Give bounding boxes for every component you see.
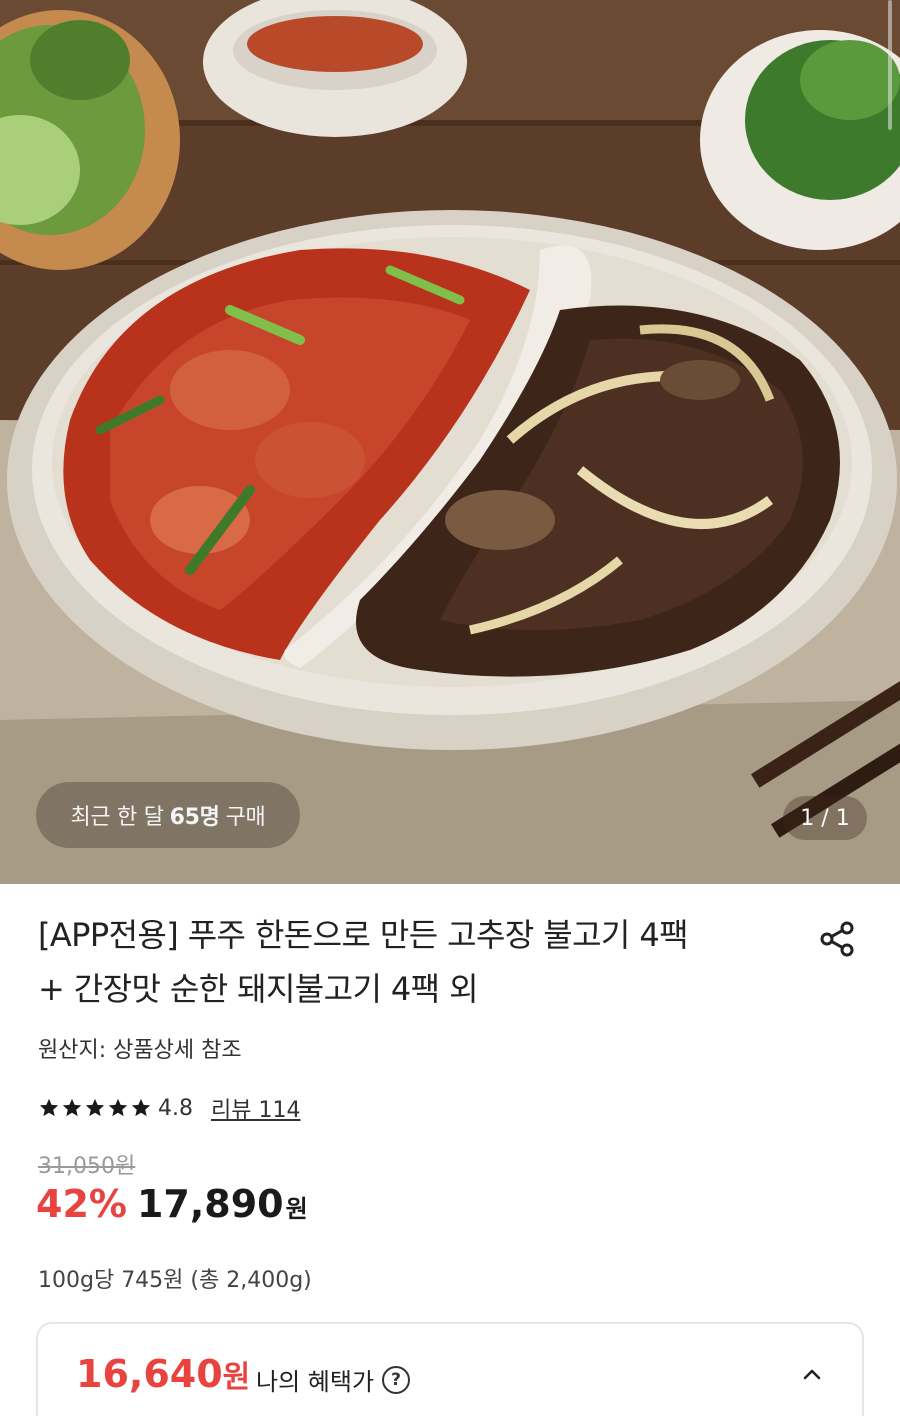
product-title: [APP전용] 푸주 한돈으로 만든 고추장 불고기 4팩 + 간장맛 순한 돼… (38, 908, 778, 1016)
star-icon (108, 1098, 128, 1117)
recent-buyers-suffix: 구매 (225, 805, 266, 830)
star-icon (85, 1098, 105, 1117)
discount-rate: 42% (36, 1182, 127, 1226)
scroll-indicator (888, 0, 892, 130)
recent-buyers-badge: 최근 한 달 65명 구매 (36, 782, 300, 848)
unit-price: 100g당 745원 (총 2,400g) (38, 1268, 312, 1293)
price-row: 42% 17,890 원 (36, 1182, 308, 1238)
gallery-page-indicator: 1 / 1 (783, 796, 867, 840)
chevron-up-icon[interactable] (798, 1360, 826, 1388)
my-benefit-price-panel[interactable]: 16,640원 나의 혜택가 ? (36, 1322, 864, 1416)
rating-stars (38, 1097, 152, 1119)
origin-info: 원산지: 상품상세 참조 (38, 1038, 242, 1063)
product-photo (0, 0, 900, 884)
product-title-line1: [APP전용] 푸주 한돈으로 만든 고추장 불고기 4팩 (38, 916, 689, 954)
product-title-line2: + 간장맛 순한 돼지불고기 4팩 외 (38, 970, 479, 1008)
star-icon (131, 1098, 151, 1117)
review-count-link[interactable]: 리뷰 114 (211, 1092, 300, 1124)
question-circle-icon[interactable]: ? (382, 1365, 411, 1394)
benefit-label-group: 나의 혜택가 ? (256, 1362, 411, 1397)
product-image-gallery[interactable]: 최근 한 달 65명 구매 1 / 1 (0, 0, 900, 884)
star-icon (39, 1098, 59, 1117)
original-price: 31,050원 (38, 1154, 136, 1179)
sale-price: 17,890 (136, 1182, 284, 1226)
share-icon (820, 921, 854, 957)
benefit-price-value: 16,640 (76, 1352, 223, 1396)
rating-value: 4.8 (158, 1095, 193, 1121)
benefit-price: 16,640원 (76, 1352, 250, 1396)
star-icon (62, 1098, 82, 1117)
recent-buyers-count: 65명 (169, 805, 220, 830)
recent-buyers-prefix: 최근 한 달 (70, 805, 164, 830)
benefit-price-unit: 원 (222, 1360, 251, 1395)
sale-price-unit: 원 (285, 1195, 308, 1223)
benefit-label: 나의 혜택가 (256, 1368, 375, 1396)
share-button[interactable] (812, 914, 862, 964)
rating-row: 4.8 리뷰 114 (38, 1090, 300, 1126)
